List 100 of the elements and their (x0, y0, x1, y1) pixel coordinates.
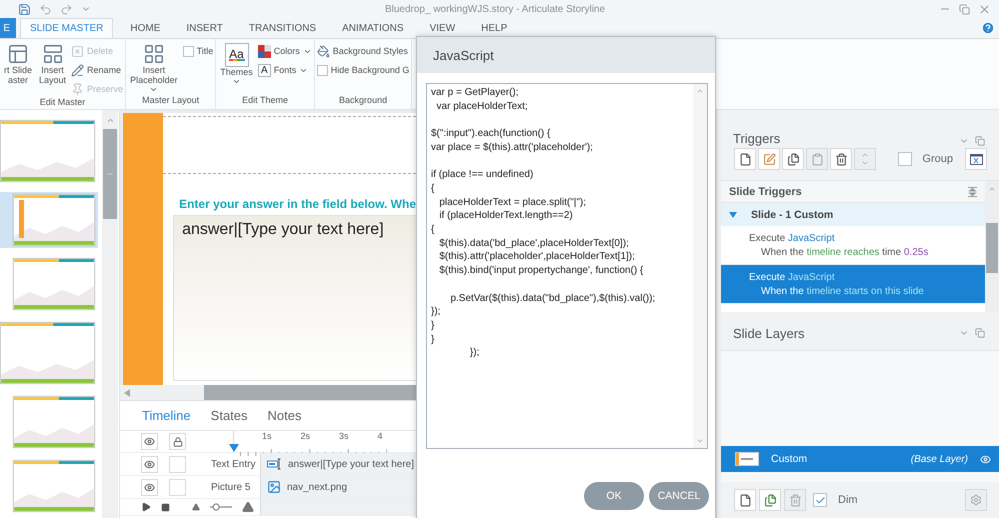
ribbon-button[interactable]: A Fonts (258, 62, 312, 78)
expand-icon[interactable] (729, 212, 737, 218)
font-icon: A (258, 64, 271, 76)
vertical-scrollbar[interactable] (693, 84, 707, 448)
horizontal-scrollbar[interactable] (120, 385, 416, 400)
scroll-up-icon (106, 116, 114, 125)
settings-button[interactable] (965, 489, 987, 511)
themes-icon: Aa (224, 43, 249, 67)
trigger-group[interactable]: Slide - 1 Custom (721, 203, 985, 226)
timeline-tab[interactable]: States (210, 408, 248, 423)
trigger-condition: When the timeline reaches time 0.25s (760, 246, 930, 258)
delete-button[interactable] (830, 148, 852, 170)
stop-button[interactable] (161, 502, 170, 512)
ribbon-tab[interactable]: TRANSITIONS (240, 18, 326, 38)
layer-name: Custom (771, 453, 808, 465)
ribbon-button[interactable]: rt Slide aster (2, 42, 34, 86)
checkbox-label: Group (922, 153, 953, 165)
new-trigger-button[interactable] (734, 148, 756, 170)
window-title: Bluedrop_ workingWJS.story - Articulate Storyline (384, 4, 606, 14)
ribbon-tab[interactable]: HELP (472, 18, 516, 38)
group-label: Background (338, 95, 388, 107)
ribbon-button[interactable]: Insert Placeholder (128, 42, 180, 95)
variables-button[interactable] (965, 148, 987, 170)
timeline-bar[interactable]: answer|[Type your text here] (261, 453, 416, 475)
clipboard-icon (810, 152, 824, 166)
instruction-text: Enter your answer in the field below. Whe (178, 196, 416, 211)
slide-thumbnail[interactable] (0, 118, 98, 184)
restore-icon[interactable] (975, 328, 985, 338)
ribbon-button[interactable]: Insert Layout (37, 42, 68, 86)
redo-icon (60, 2, 73, 16)
trigger-item[interactable]: Execute JavaScript When the timeline starts on this slide (721, 265, 985, 304)
show-all-button[interactable] (141, 433, 158, 450)
ribbon-button[interactable]: Colors (258, 43, 312, 59)
ribbon-button[interactable]: Aa Themes (218, 42, 255, 87)
group-label: Slide - 1 Custom (751, 208, 834, 220)
scroll-up-icon (988, 185, 996, 193)
copy-button[interactable] (782, 148, 804, 170)
eye-icon[interactable] (980, 454, 991, 464)
file-tab[interactable]: E (0, 18, 16, 38)
object-name: Picture 5 (211, 482, 250, 492)
help-icon[interactable] (981, 21, 995, 35)
new-layer-button[interactable] (734, 489, 756, 511)
ribbon-tab[interactable]: ANIMATIONS (333, 18, 413, 38)
trigger-condition: When the timeline starts on this slide (760, 286, 925, 296)
vertical-scrollbar[interactable] (102, 110, 118, 518)
scroll-down-icon (696, 437, 704, 445)
lock-all-button[interactable] (169, 433, 186, 450)
group-label: Edit Theme (241, 95, 289, 107)
trigger-action: Execute JavaScript (749, 272, 836, 282)
save-icon (18, 2, 31, 16)
timeline-bar-label: nav_next.png (287, 482, 348, 492)
ribbon-tab[interactable]: SLIDE MASTER (20, 18, 114, 38)
zoom-in-icon[interactable] (242, 501, 254, 513)
dialog-title: JavaScript (433, 48, 494, 62)
dim-checkbox[interactable] (813, 493, 827, 507)
ribbon-tab[interactable]: INSERT (177, 18, 232, 38)
duplicate-layer-button[interactable] (759, 489, 781, 511)
eye-icon (144, 482, 155, 492)
window-icon (970, 154, 982, 164)
caret-icon (232, 77, 242, 86)
checkbox-option[interactable]: Hide Background G (316, 62, 410, 78)
lock-toggle[interactable] (169, 456, 186, 472)
collapse-all-icon[interactable] (968, 186, 977, 196)
delete-icon (71, 44, 84, 58)
trash-icon (788, 494, 802, 506)
timeline-bar[interactable]: nav_next.png (261, 476, 416, 498)
close-icon[interactable] (978, 2, 991, 16)
copy-icon (786, 152, 800, 166)
timeline-tab[interactable]: Notes (268, 408, 302, 423)
timeline-tab[interactable]: Timeline (142, 408, 191, 423)
ruler-label: 3s (339, 431, 350, 441)
play-button[interactable] (141, 502, 151, 512)
palette-icon (258, 44, 271, 58)
restore-icon[interactable] (959, 4, 970, 14)
visibility-toggle[interactable] (141, 478, 158, 496)
visibility-toggle[interactable] (141, 456, 158, 472)
ruler-label: 4 (378, 431, 384, 441)
timeline-scrollbar[interactable] (261, 499, 416, 515)
zoom-slider[interactable] (210, 503, 232, 511)
checkbox-option[interactable]: Title (182, 43, 214, 59)
ribbon-button[interactable]: Rename (71, 62, 124, 78)
text-entry-field[interactable]: answer|[Type your text here] (173, 215, 416, 381)
ribbon-tab[interactable]: VIEW (420, 18, 464, 38)
vertical-scrollbar[interactable] (985, 181, 999, 312)
up-icon (861, 151, 869, 159)
layer-item[interactable]: Custom (Base Layer) (721, 446, 999, 472)
restore-icon[interactable] (975, 136, 985, 146)
slide-thumbnail[interactable] (0, 320, 98, 386)
placeholder-icon (142, 43, 165, 65)
zoom-out-icon[interactable] (192, 503, 200, 511)
lock-toggle[interactable] (169, 478, 186, 496)
settings-icon (970, 494, 982, 506)
scroll-left-icon (124, 388, 131, 396)
slide-thumbnail[interactable] (0, 192, 98, 248)
ribbon-button[interactable]: Background Styles (316, 43, 410, 59)
ribbon-tab[interactable]: HOME (121, 18, 170, 38)
delete-layer-button[interactable] (784, 489, 806, 511)
pin-icon (71, 82, 84, 96)
checkmark-icon (814, 494, 826, 506)
group-checkbox[interactable] (898, 152, 912, 166)
